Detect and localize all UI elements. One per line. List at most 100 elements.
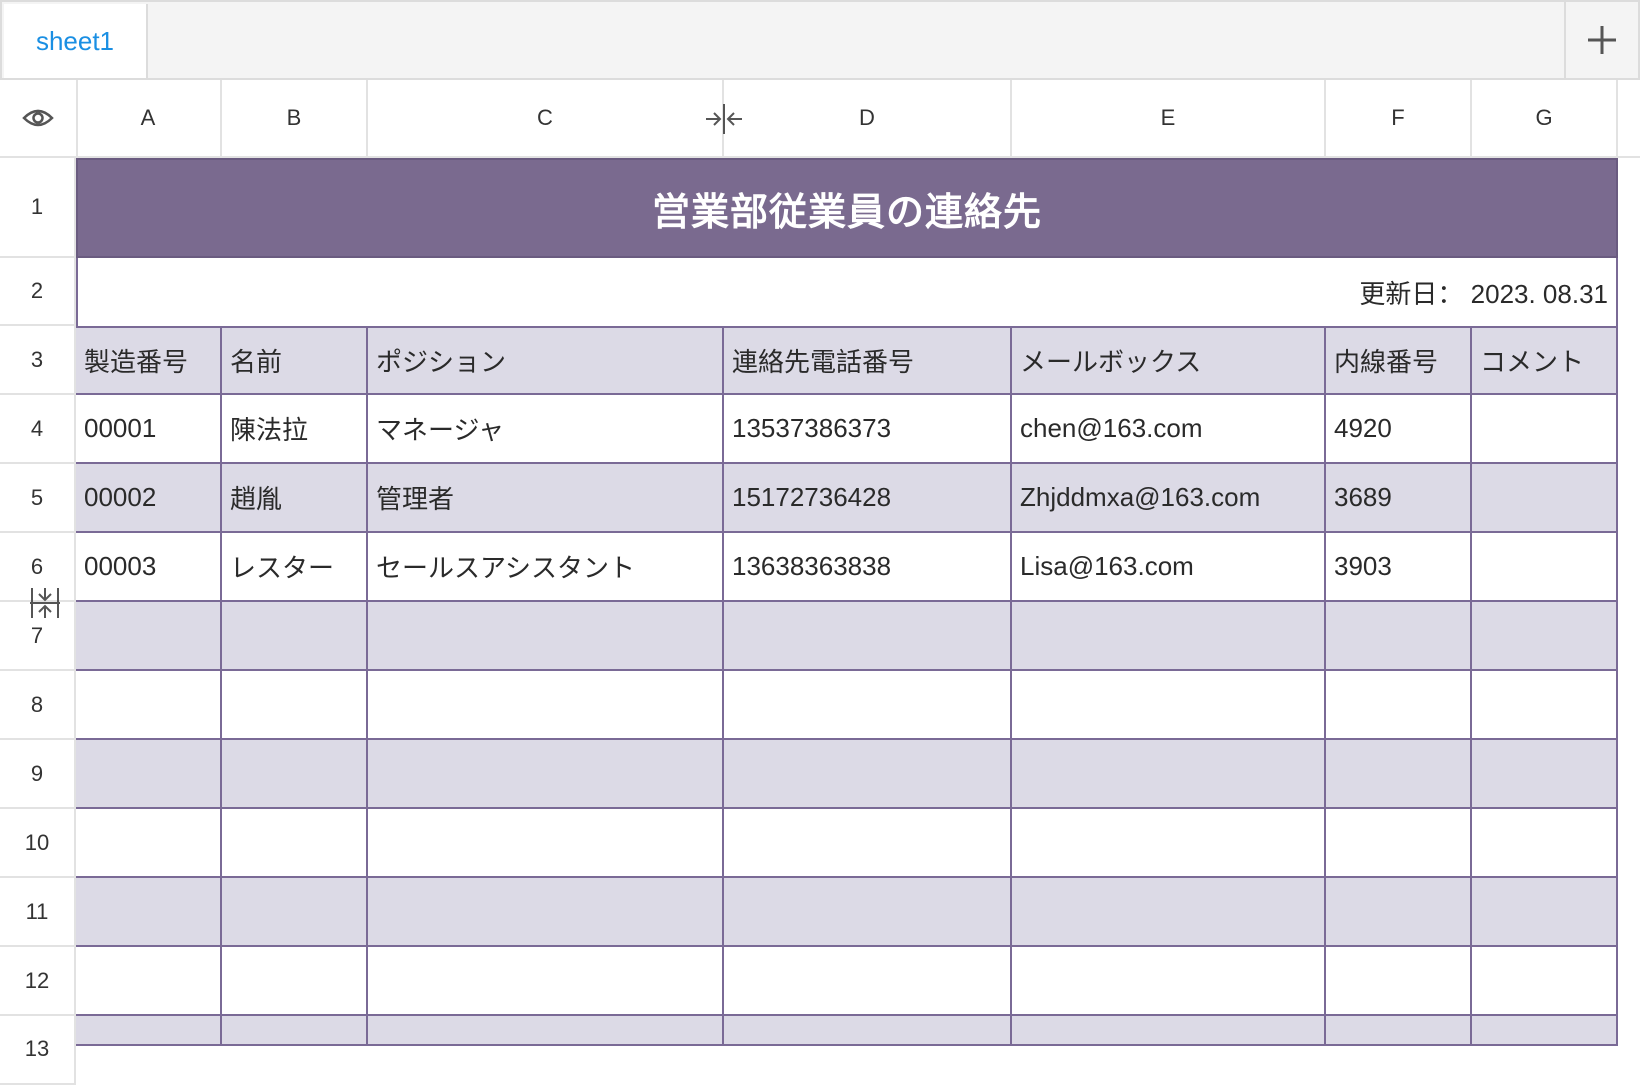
empty-cell[interactable] bbox=[222, 1016, 368, 1046]
table-cell[interactable]: 4920 bbox=[1326, 395, 1472, 464]
table-cell[interactable]: 3903 bbox=[1326, 533, 1472, 602]
empty-cell[interactable] bbox=[724, 740, 1012, 809]
table-cell[interactable]: 00002 bbox=[76, 464, 222, 533]
header-cell-e[interactable]: メールボックス bbox=[1012, 326, 1326, 395]
row-header-12[interactable]: 12 bbox=[0, 947, 76, 1016]
empty-cell[interactable] bbox=[222, 878, 368, 947]
empty-cell[interactable] bbox=[1326, 1016, 1472, 1046]
empty-cell[interactable] bbox=[1012, 809, 1326, 878]
empty-cell[interactable] bbox=[1012, 947, 1326, 1016]
table-cell[interactable]: Zhjddmxa@163.com bbox=[1012, 464, 1326, 533]
empty-cell[interactable] bbox=[1472, 809, 1618, 878]
tab-sheet1[interactable]: sheet1 bbox=[4, 4, 148, 78]
empty-cell[interactable] bbox=[724, 947, 1012, 1016]
empty-cell[interactable] bbox=[1472, 740, 1618, 809]
row-header-5[interactable]: 5 bbox=[0, 464, 76, 533]
empty-cell[interactable] bbox=[222, 947, 368, 1016]
empty-cell[interactable] bbox=[1472, 1016, 1618, 1046]
empty-cell[interactable] bbox=[222, 809, 368, 878]
table-cell[interactable]: 管理者 bbox=[368, 464, 724, 533]
row-header-4[interactable]: 4 bbox=[0, 395, 76, 464]
table-cell[interactable] bbox=[1472, 464, 1618, 533]
row-header-8[interactable]: 8 bbox=[0, 671, 76, 740]
table-cell[interactable]: 00003 bbox=[76, 533, 222, 602]
table-cell[interactable]: セールスアシスタント bbox=[368, 533, 724, 602]
empty-cell[interactable] bbox=[368, 740, 724, 809]
header-cell-b[interactable]: 名前 bbox=[222, 326, 368, 395]
column-header-d[interactable]: D bbox=[724, 80, 1012, 156]
table-cell[interactable]: 13537386373 bbox=[724, 395, 1012, 464]
column-header-f[interactable]: F bbox=[1326, 80, 1472, 156]
empty-cell[interactable] bbox=[1326, 671, 1472, 740]
add-sheet-button[interactable] bbox=[1564, 2, 1638, 78]
header-cell-g[interactable]: コメント bbox=[1472, 326, 1618, 395]
empty-cell[interactable] bbox=[368, 671, 724, 740]
column-header-b[interactable]: B bbox=[222, 80, 368, 156]
empty-cell[interactable] bbox=[368, 1016, 724, 1046]
empty-cell[interactable] bbox=[724, 1016, 1012, 1046]
empty-cell[interactable] bbox=[368, 878, 724, 947]
header-cell-a[interactable]: 製造番号 bbox=[76, 326, 222, 395]
empty-cell[interactable] bbox=[76, 809, 222, 878]
column-resize-icon[interactable] bbox=[704, 102, 744, 136]
empty-cell[interactable] bbox=[76, 671, 222, 740]
table-cell[interactable]: 3689 bbox=[1326, 464, 1472, 533]
row-header-3[interactable]: 3 bbox=[0, 326, 76, 395]
updated-date-cell[interactable]: 更新日： 2023. 08.31 bbox=[76, 258, 1618, 326]
empty-cell[interactable] bbox=[368, 602, 724, 671]
empty-cell[interactable] bbox=[1472, 671, 1618, 740]
header-cell-d[interactable]: 連絡先電話番号 bbox=[724, 326, 1012, 395]
empty-cell[interactable] bbox=[1472, 947, 1618, 1016]
empty-cell[interactable] bbox=[76, 602, 222, 671]
empty-cell[interactable] bbox=[76, 1016, 222, 1046]
table-cell[interactable]: chen@163.com bbox=[1012, 395, 1326, 464]
table-cell[interactable]: 00001 bbox=[76, 395, 222, 464]
table-cell[interactable]: 15172736428 bbox=[724, 464, 1012, 533]
empty-cell[interactable] bbox=[368, 947, 724, 1016]
empty-cell[interactable] bbox=[1012, 878, 1326, 947]
row-header-2[interactable]: 2 bbox=[0, 258, 76, 326]
header-cell-c[interactable]: ポジション bbox=[368, 326, 724, 395]
table-cell[interactable]: レスター bbox=[222, 533, 368, 602]
select-all-corner[interactable] bbox=[0, 80, 78, 156]
empty-cell[interactable] bbox=[368, 809, 724, 878]
empty-cell[interactable] bbox=[76, 947, 222, 1016]
row-header-10[interactable]: 10 bbox=[0, 809, 76, 878]
row-header-9[interactable]: 9 bbox=[0, 740, 76, 809]
empty-cell[interactable] bbox=[1472, 602, 1618, 671]
row-header-11[interactable]: 11 bbox=[0, 878, 76, 947]
row-header-13[interactable]: 13 bbox=[0, 1016, 76, 1085]
table-cell[interactable] bbox=[1472, 533, 1618, 602]
empty-cell[interactable] bbox=[724, 602, 1012, 671]
table-cell[interactable]: マネージャ bbox=[368, 395, 724, 464]
empty-cell[interactable] bbox=[724, 809, 1012, 878]
table-cell[interactable]: 陳法拉 bbox=[222, 395, 368, 464]
row-resize-icon[interactable] bbox=[28, 586, 62, 620]
row-header-1[interactable]: 1 bbox=[0, 158, 76, 258]
empty-cell[interactable] bbox=[1326, 878, 1472, 947]
column-header-g[interactable]: G bbox=[1472, 80, 1618, 156]
column-header-e[interactable]: E bbox=[1012, 80, 1326, 156]
table-cell[interactable] bbox=[1472, 395, 1618, 464]
empty-cell[interactable] bbox=[724, 878, 1012, 947]
column-header-c[interactable]: C bbox=[368, 80, 724, 156]
empty-cell[interactable] bbox=[1326, 740, 1472, 809]
empty-cell[interactable] bbox=[1012, 602, 1326, 671]
empty-cell[interactable] bbox=[1326, 809, 1472, 878]
table-cell[interactable]: 13638363838 bbox=[724, 533, 1012, 602]
empty-cell[interactable] bbox=[222, 602, 368, 671]
empty-cell[interactable] bbox=[1012, 740, 1326, 809]
empty-cell[interactable] bbox=[76, 878, 222, 947]
sheet-title-cell[interactable]: 営業部従業員の連絡先 bbox=[76, 158, 1618, 258]
empty-cell[interactable] bbox=[222, 671, 368, 740]
table-cell[interactable]: Lisa@163.com bbox=[1012, 533, 1326, 602]
empty-cell[interactable] bbox=[76, 740, 222, 809]
empty-cell[interactable] bbox=[724, 671, 1012, 740]
empty-cell[interactable] bbox=[1012, 671, 1326, 740]
empty-cell[interactable] bbox=[1326, 947, 1472, 1016]
empty-cell[interactable] bbox=[1326, 602, 1472, 671]
header-cell-f[interactable]: 内線番号 bbox=[1326, 326, 1472, 395]
empty-cell[interactable] bbox=[222, 740, 368, 809]
empty-cell[interactable] bbox=[1472, 878, 1618, 947]
column-header-a[interactable]: A bbox=[76, 80, 222, 156]
